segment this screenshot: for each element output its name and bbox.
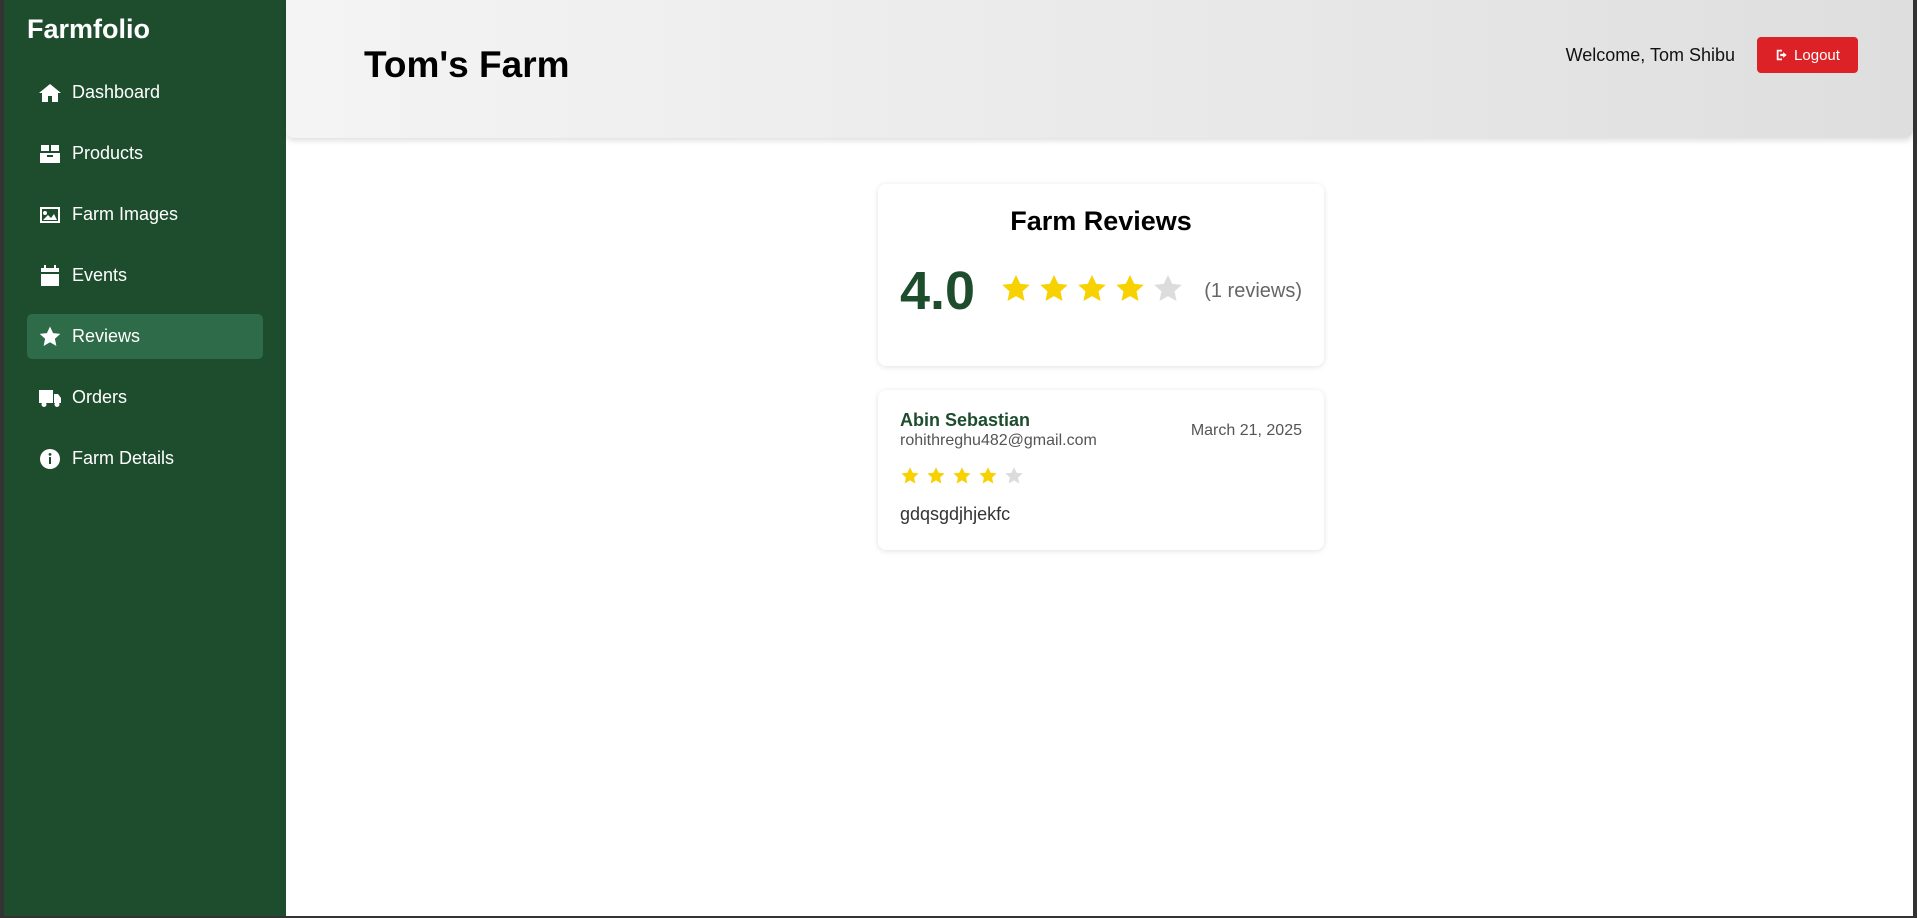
average-rating: 4.0 xyxy=(900,261,976,321)
summary-title: Farm Reviews xyxy=(1010,206,1192,236)
page-title: Tom's Farm xyxy=(364,44,570,85)
sidebar-nav: Dashboard Products Farm Images Events Re… xyxy=(27,70,263,497)
star-icon xyxy=(1078,275,1106,301)
sidebar-item-label: Events xyxy=(72,265,128,285)
star-icon xyxy=(927,467,945,484)
sidebar-item-label: Reviews xyxy=(72,326,141,346)
reviewer-email: rohithreghu482@gmail.com xyxy=(900,432,1097,449)
average-star-rating xyxy=(1000,273,1184,305)
star-icon xyxy=(901,467,919,484)
logout-label: Logout xyxy=(1794,46,1840,64)
sidebar-item-dashboard[interactable]: Dashboard xyxy=(27,70,263,115)
star-icon xyxy=(37,324,62,349)
home-icon xyxy=(37,80,62,105)
sidebar-item-reviews[interactable]: Reviews xyxy=(27,314,263,359)
sidebar-item-label: Farm Images xyxy=(72,204,179,224)
star-icon xyxy=(979,467,997,484)
sidebar-item-label: Farm Details xyxy=(72,448,175,468)
sidebar-item-events[interactable]: Events xyxy=(27,253,263,298)
reviewer-name: Abin Sebastian xyxy=(900,410,1031,430)
sidebar-item-label: Products xyxy=(72,143,144,163)
logout-button[interactable]: Logout xyxy=(1757,37,1858,73)
sidebar: Farmfolio Dashboard Products Farm Images xyxy=(4,0,286,916)
sidebar-item-products[interactable]: Products xyxy=(27,131,263,176)
truck-icon xyxy=(37,385,62,410)
info-icon xyxy=(37,446,62,471)
review-count: (1 reviews) xyxy=(1204,280,1302,302)
sidebar-item-label: Orders xyxy=(72,387,128,407)
brand-logo[interactable]: Farmfolio xyxy=(27,14,150,45)
star-icon xyxy=(953,467,971,484)
sidebar-item-label: Dashboard xyxy=(72,82,161,102)
box-icon xyxy=(37,141,62,166)
sidebar-item-farm-images[interactable]: Farm Images xyxy=(27,192,263,237)
welcome-text: Welcome, Tom Shibu xyxy=(1565,45,1735,65)
reviews-summary-card: Farm Reviews 4.0 (1 reviews) xyxy=(878,184,1324,366)
review-comment: gdqsgdjhjekfc xyxy=(900,504,1011,524)
star-icon xyxy=(1040,275,1068,301)
image-icon xyxy=(37,202,62,227)
app-window: Farmfolio Dashboard Products Farm Images xyxy=(4,0,1913,916)
top-header: Tom's Farm Welcome, Tom Shibu Logout xyxy=(286,0,1913,138)
review-star-rating xyxy=(900,466,1024,486)
star-icon xyxy=(1116,275,1144,301)
sidebar-item-orders[interactable]: Orders xyxy=(27,375,263,420)
star-empty-icon xyxy=(1005,467,1023,484)
review-date: March 21, 2025 xyxy=(1190,422,1302,439)
review-card: Abin Sebastian rohithreghu482@gmail.com … xyxy=(878,390,1324,550)
star-icon xyxy=(1002,275,1030,301)
sidebar-item-farm-details[interactable]: Farm Details xyxy=(27,436,263,481)
calendar-icon xyxy=(37,263,62,288)
sign-out-icon xyxy=(1776,49,1787,61)
star-empty-icon xyxy=(1154,275,1182,301)
